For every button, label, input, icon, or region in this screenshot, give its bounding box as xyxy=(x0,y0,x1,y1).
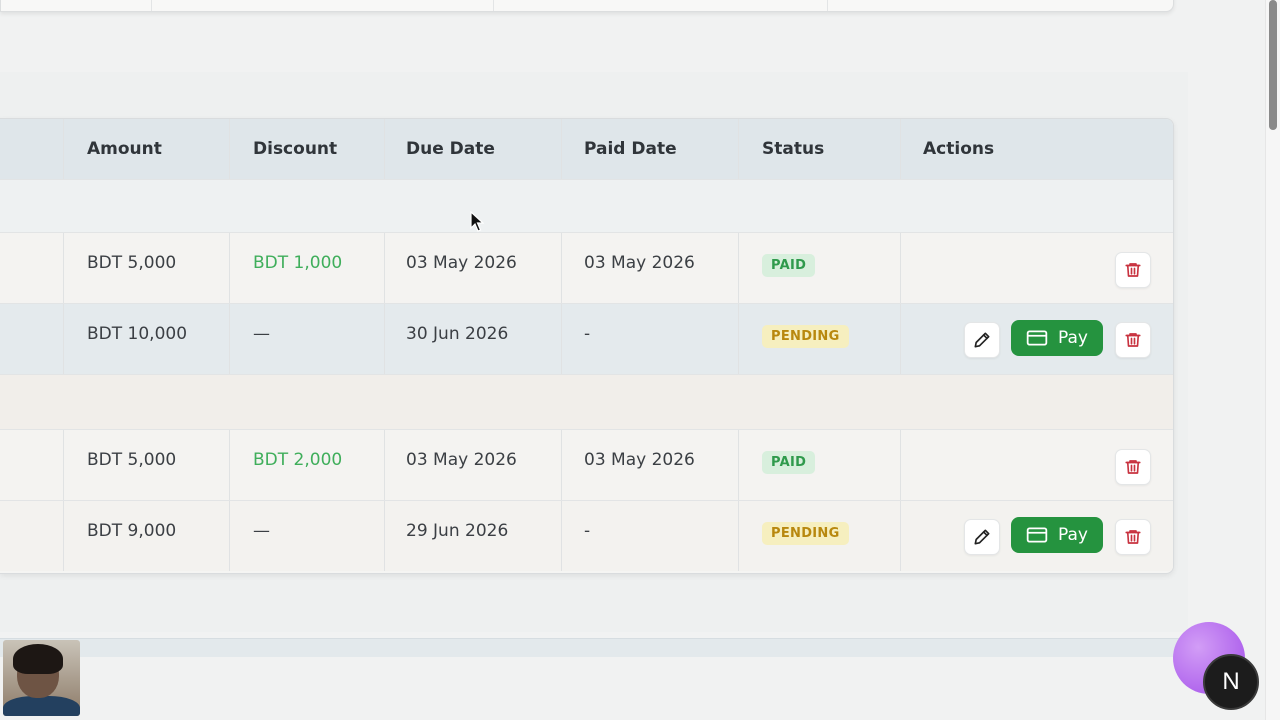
column-header-amount[interactable]: Amount xyxy=(87,119,162,179)
divider xyxy=(151,0,152,11)
discount-cell: BDT 2,000 xyxy=(253,450,343,470)
table-row: BDT 10,000 — 30 Jun 2026 - PENDING Pay xyxy=(0,304,1173,375)
column-header-due-date[interactable]: Due Date xyxy=(406,119,495,179)
discount-cell: — xyxy=(253,521,270,541)
column-header-paid-date[interactable]: Paid Date xyxy=(584,119,677,179)
table-row: BDT 9,000 — 29 Jun 2026 - PENDING Pay xyxy=(0,501,1173,571)
delete-button[interactable] xyxy=(1115,252,1151,288)
pay-button[interactable]: Pay xyxy=(1011,320,1103,356)
edit-button[interactable] xyxy=(964,322,1000,358)
column-header-actions: Actions xyxy=(923,139,995,159)
due-date-cell: 03 May 2026 xyxy=(406,253,517,273)
top-card xyxy=(0,0,1174,12)
n-badge-letter: N xyxy=(1222,668,1240,695)
column-header-status[interactable]: Status xyxy=(762,119,824,179)
amount-cell: BDT 9,000 xyxy=(87,521,177,541)
pencil-icon xyxy=(974,529,990,545)
edit-button[interactable] xyxy=(964,519,1000,555)
amount-cell: BDT 10,000 xyxy=(87,324,188,344)
status-badge: PENDING xyxy=(762,521,849,545)
amount-cell: BDT 5,000 xyxy=(87,253,177,273)
divider xyxy=(493,0,494,11)
column-header-discount[interactable]: Discount xyxy=(253,119,337,179)
discount-cell: BDT 1,000 xyxy=(253,253,343,273)
webcam-overlay xyxy=(3,640,80,716)
trash-icon xyxy=(1125,530,1141,544)
pencil-icon xyxy=(974,332,990,348)
pay-button[interactable]: Pay xyxy=(1011,517,1103,553)
paid-date-cell: - xyxy=(584,324,591,344)
pay-button-label: Pay xyxy=(1058,525,1088,545)
paid-date-cell: - xyxy=(584,521,591,541)
scrollbar-thumb[interactable] xyxy=(1269,0,1277,130)
trash-icon xyxy=(1125,460,1141,474)
delete-button[interactable] xyxy=(1115,519,1151,555)
status-badge: PAID xyxy=(762,253,816,277)
due-date-cell: 03 May 2026 xyxy=(406,450,517,470)
table-header: Amount Discount Due Date Paid Date Statu… xyxy=(0,119,1173,180)
scrollbar[interactable] xyxy=(1265,0,1280,720)
paid-date-cell: 03 May 2026 xyxy=(584,450,695,470)
delete-button[interactable] xyxy=(1115,322,1151,358)
due-date-cell: 29 Jun 2026 xyxy=(406,521,509,541)
divider xyxy=(827,0,828,11)
trash-icon xyxy=(1125,263,1141,277)
nextjs-dev-badge[interactable]: N xyxy=(1203,654,1259,710)
delete-button[interactable] xyxy=(1115,449,1151,485)
cursor-icon xyxy=(470,211,484,232)
status-badge: PAID xyxy=(762,450,816,474)
bottom-section-bar xyxy=(0,638,1226,657)
status-badge: PENDING xyxy=(762,324,849,348)
card-icon xyxy=(1026,330,1048,346)
paid-date-cell: 03 May 2026 xyxy=(584,253,695,273)
pay-button-label: Pay xyxy=(1058,328,1088,348)
amount-cell: BDT 5,000 xyxy=(87,450,177,470)
fees-table: Amount Discount Due Date Paid Date Statu… xyxy=(0,118,1174,574)
discount-cell: — xyxy=(253,324,270,344)
trash-icon xyxy=(1125,333,1141,347)
card-icon xyxy=(1026,527,1048,543)
due-date-cell: 30 Jun 2026 xyxy=(406,324,509,344)
